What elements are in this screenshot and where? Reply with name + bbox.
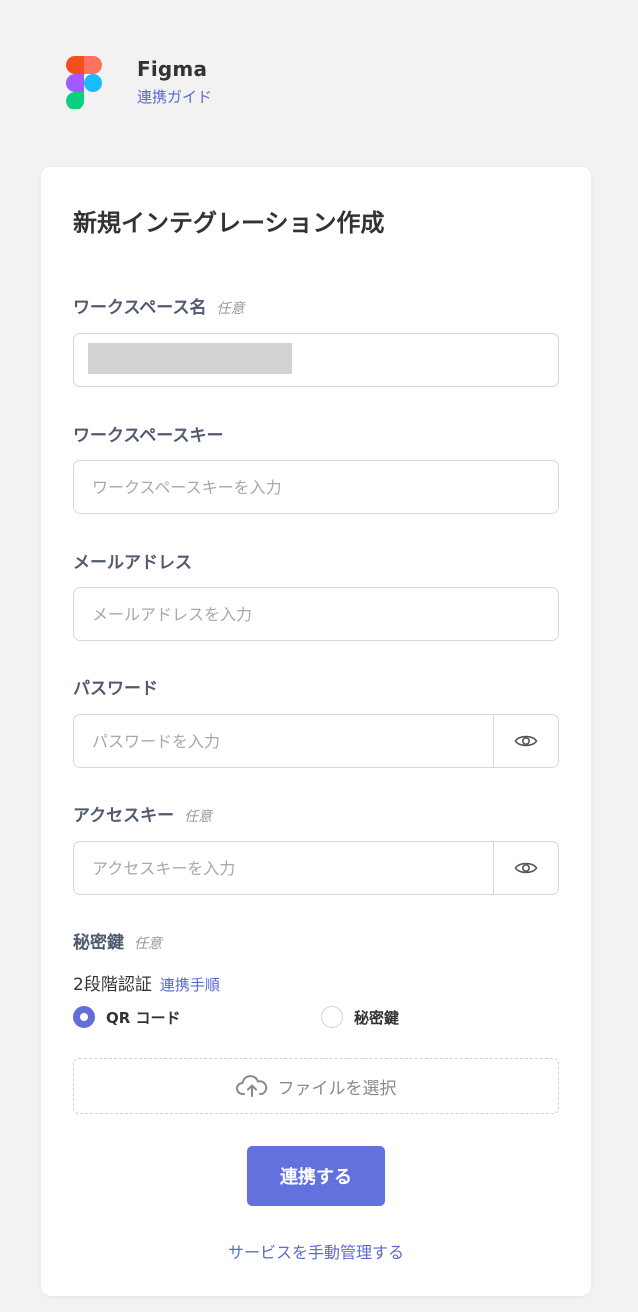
integration-guide-link[interactable]: 連携ガイド [137,86,212,107]
two-factor-auth-row: 2段階認証 連携手順 [73,970,220,995]
workspace-key-field [73,460,559,514]
cloud-upload-icon [235,1075,267,1097]
two-factor-auth-label: 2段階認証 [73,975,152,995]
email-input[interactable] [74,588,558,640]
app-header: Figma 連携ガイド [66,55,466,110]
access-key-label-text: アクセスキー [73,806,175,826]
app-title: Figma [137,57,208,81]
optional-tag: 任意 [134,936,162,952]
toggle-password-visibility-button[interactable] [493,715,558,767]
optional-tag: 任意 [216,301,245,317]
secret-key-label-text: 秘密鍵 [73,933,124,953]
workspace-name-field[interactable] [73,333,559,387]
file-upload-area[interactable]: ファイルを選択 [73,1058,559,1114]
workspace-key-label: ワークスペースキー [73,426,224,446]
upload-label: ファイルを選択 [277,1078,397,1099]
form-title: 新規インテグレーション作成 [73,209,385,237]
redacted-value [88,343,292,374]
password-input[interactable] [74,715,494,767]
radio-checked-indicator [73,1006,95,1028]
optional-tag: 任意 [184,809,213,825]
radio-secret-key-label: 秘密鍵 [354,1008,400,1027]
access-key-label: アクセスキー 任意 [73,801,212,826]
workspace-name-label: ワークスペース名 任意 [73,293,244,318]
email-field [73,587,559,641]
connect-button[interactable]: 連携する [247,1146,385,1206]
manual-management-link[interactable]: サービスを手動管理する [41,1239,591,1263]
radio-unchecked-indicator [321,1006,343,1028]
integration-form-card: 新規インテグレーション作成 ワークスペース名任意 ワークスペースキー メールアド… [41,167,591,1296]
radio-secret-key[interactable]: 秘密鍵 [321,1005,399,1029]
radio-qr-code-label: QR コード [106,1008,181,1027]
email-label: メールアドレス [73,553,192,573]
eye-icon [514,735,538,747]
access-key-field [73,841,559,895]
workspace-key-input[interactable] [74,461,558,513]
workspace-name-label-text: ワークスペース名 [73,298,207,318]
eye-icon [514,862,538,874]
integration-steps-link[interactable]: 連携手順 [160,976,220,994]
toggle-access-key-visibility-button[interactable] [493,842,558,894]
figma-logo [66,56,102,109]
radio-qr-code[interactable]: QR コード [73,1005,181,1029]
access-key-input[interactable] [74,842,494,894]
secret-key-label: 秘密鍵 任意 [73,928,162,953]
password-label: パスワード [73,679,158,699]
password-field [73,714,559,768]
